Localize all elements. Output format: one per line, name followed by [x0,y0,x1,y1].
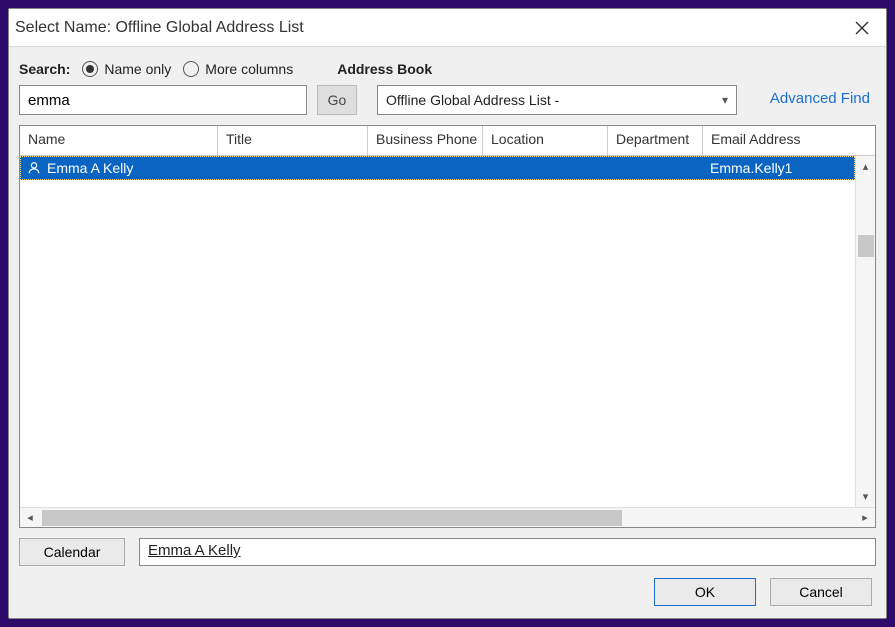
results-list: Name Title Business Phone Location Depar… [19,125,876,528]
scroll-down-icon[interactable]: ▾ [863,490,869,503]
column-headers: Name Title Business Phone Location Depar… [20,126,875,156]
scroll-thumb[interactable] [858,235,874,257]
search-row: Search: Name only More columns Address B… [9,47,886,81]
radio-name-only[interactable]: Name only [82,61,171,77]
ok-button[interactable]: OK [654,578,756,606]
calendar-button[interactable]: Calendar [19,538,125,566]
list-rows: Emma A Kelly Emma.Kelly1 [20,156,855,507]
go-button[interactable]: Go [317,85,357,115]
selected-name-text: Emma A Kelly [148,542,241,559]
close-icon [855,21,869,35]
list-body: Emma A Kelly Emma.Kelly1 ▴ ▾ [20,156,875,507]
titlebar: Select Name: Offline Global Address List [9,9,886,47]
radio-icon [82,61,98,77]
scroll-thumb[interactable] [42,510,622,526]
search-label: Search: [19,61,70,77]
col-title[interactable]: Title [218,126,368,155]
col-phone[interactable]: Business Phone [368,126,483,155]
address-book-selected: Offline Global Address List - [386,92,559,108]
selected-names-field[interactable]: Emma A Kelly [139,538,876,566]
radio-icon [183,61,199,77]
table-row[interactable]: Emma A Kelly Emma.Kelly1 [20,156,855,180]
dialog-footer: OK Cancel [9,572,886,618]
search-input[interactable] [19,85,307,115]
address-book-label: Address Book [337,61,432,77]
advanced-find-link[interactable]: Advanced Find [770,85,876,115]
cell-name: Emma A Kelly [47,160,133,176]
person-icon [27,161,41,175]
cell-email: Emma.Kelly1 [704,160,854,176]
select-name-dialog: Select Name: Offline Global Address List… [8,8,887,619]
address-book-combo[interactable]: Offline Global Address List - ▾ [377,85,737,115]
col-department[interactable]: Department [608,126,703,155]
chevron-down-icon: ▾ [722,93,728,107]
scroll-left-icon[interactable]: ◂ [20,511,40,524]
cancel-button[interactable]: Cancel [770,578,872,606]
radio-name-only-label: Name only [104,61,171,77]
radio-more-columns-label: More columns [205,61,293,77]
dialog-title: Select Name: Offline Global Address List [15,19,304,37]
vertical-scrollbar[interactable]: ▴ ▾ [855,156,875,507]
col-name[interactable]: Name [20,126,218,155]
close-button[interactable] [848,14,876,42]
horizontal-scrollbar[interactable]: ◂ ▸ [20,507,875,527]
scroll-right-icon[interactable]: ▸ [855,511,875,524]
scroll-up-icon[interactable]: ▴ [863,160,869,173]
radio-more-columns[interactable]: More columns [183,61,293,77]
input-row: Go Offline Global Address List - ▾ Advan… [9,81,886,125]
col-location[interactable]: Location [483,126,608,155]
calendar-row: Calendar Emma A Kelly [9,528,886,572]
col-email[interactable]: Email Address [703,126,875,155]
